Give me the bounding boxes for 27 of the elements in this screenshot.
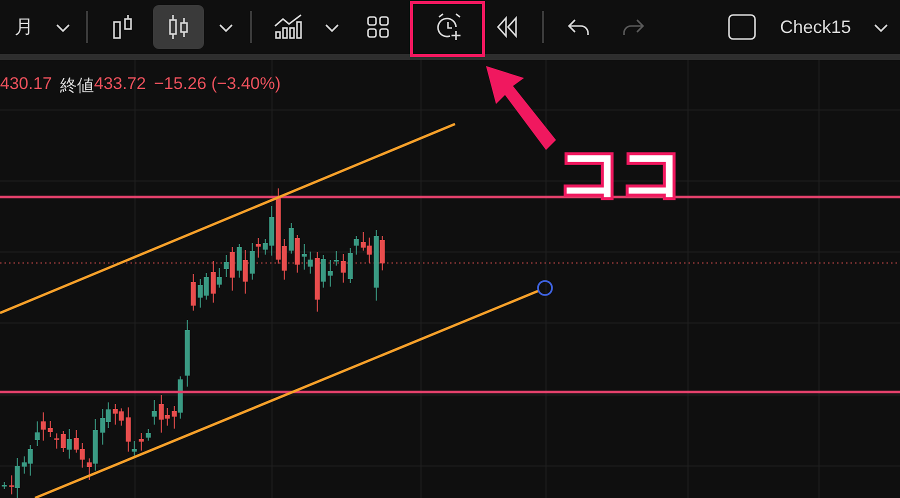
interval-button[interactable]: 月 (8, 5, 40, 49)
chart-bars-icon (274, 14, 302, 40)
callout-text: ココ (558, 138, 682, 208)
square-icon (728, 14, 756, 40)
layout-name: Check15 (780, 16, 852, 38)
candlestick (340, 254, 346, 284)
price-value: −15.26 (−3.40%) (154, 74, 281, 95)
alarm-clock-plus-icon (436, 13, 462, 41)
trend-line[interactable] (34, 290, 538, 498)
trend-line[interactable] (0, 122, 456, 314)
grid-icon (367, 16, 389, 38)
candlestick (146, 428, 151, 442)
undo-icon (567, 18, 589, 36)
candlestick (184, 320, 190, 388)
candlestick-icon (168, 14, 190, 40)
price-label: 終値 (60, 75, 94, 97)
price-value: 433.72 (94, 74, 146, 95)
chart-type-button[interactable] (153, 5, 204, 49)
bars-icon (112, 14, 134, 40)
price-value: 430.17 (0, 74, 52, 95)
redo-icon (623, 18, 645, 36)
candlestick (138, 432, 144, 452)
candlestick (190, 274, 196, 312)
rewind-icon (496, 16, 518, 38)
candlestick (152, 400, 157, 426)
candlestick (2, 482, 7, 490)
anchor-handle[interactable] (537, 280, 553, 296)
